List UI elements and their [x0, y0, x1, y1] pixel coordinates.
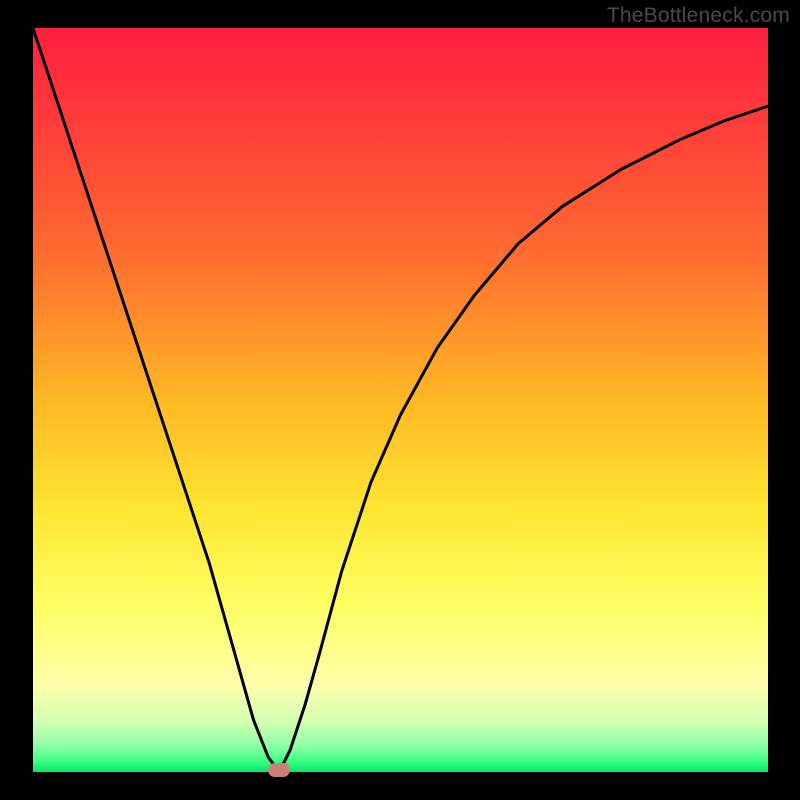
chart-frame: { "attribution": "TheBottleneck.com", "c…: [0, 0, 800, 800]
min-marker: [268, 763, 290, 777]
chart-svg: [0, 0, 800, 800]
attribution-text: TheBottleneck.com: [607, 4, 790, 28]
plot-background: [33, 28, 768, 772]
